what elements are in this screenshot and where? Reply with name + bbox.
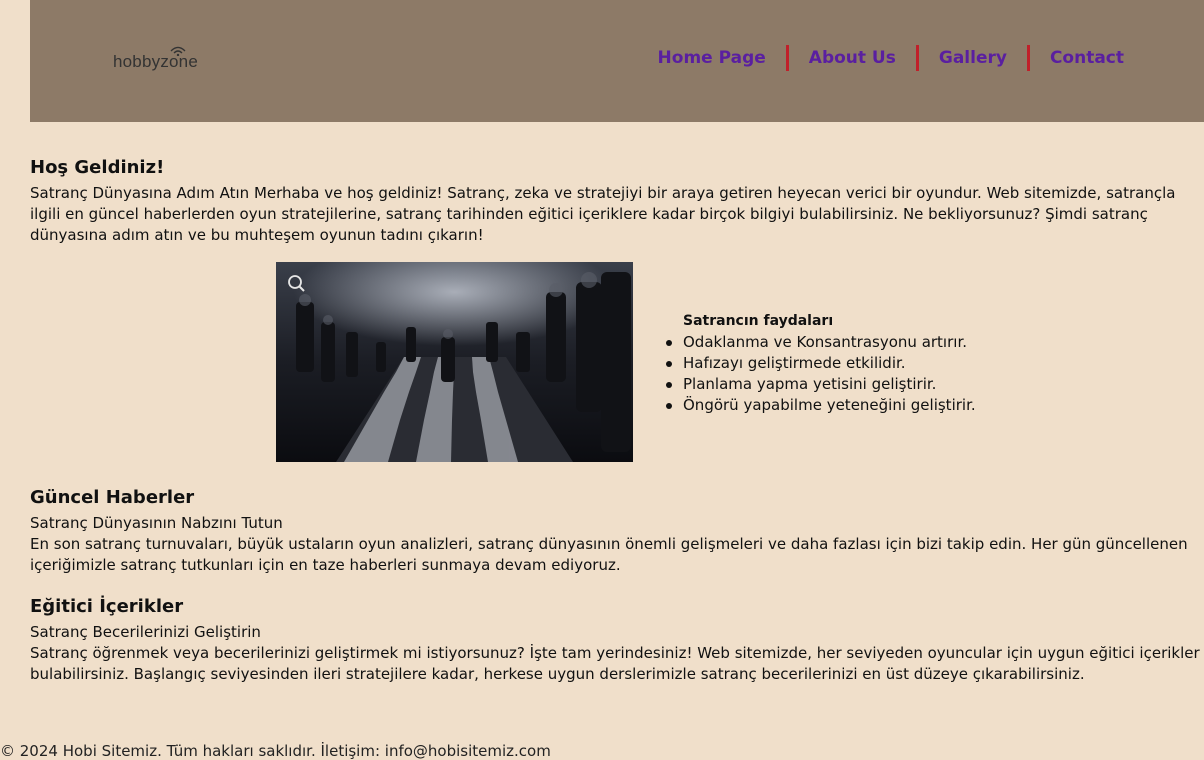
wifi-icon: [168, 44, 188, 56]
list-item: Öngörü yapabilme yeteneğini geliştirir.: [683, 395, 1083, 416]
nav-separator: [1027, 45, 1030, 71]
benefits-box: Satrancın faydaları Odaklanma ve Konsant…: [683, 311, 1083, 416]
benefits-list: Odaklanma ve Konsantrasyonu artırır. Haf…: [683, 332, 1083, 416]
welcome-text: Satranç Dünyasına Adım Atın Merhaba ve h…: [30, 183, 1200, 246]
education-title: Eğitici İçerikler: [30, 592, 1200, 622]
site-logo[interactable]: hobbyzone: [113, 44, 213, 74]
education-subtitle: Satranç Becerilerinizi Geliştirin: [30, 622, 1200, 643]
nav-separator: [786, 45, 789, 71]
nav-home-page[interactable]: Home Page: [658, 44, 766, 72]
news-text: En son satranç turnuvaları, büyük ustala…: [30, 534, 1200, 576]
welcome-title: Hoş Geldiniz!: [30, 153, 1200, 183]
site-footer: © 2024 Hobi Sitemiz. Tüm hakları saklıdı…: [0, 742, 551, 760]
site-header: hobbyzone Home Page About Us Gallery Con…: [30, 0, 1204, 122]
welcome-section: Hoş Geldiniz! Satranç Dünyasına Adım Atı…: [30, 153, 1200, 246]
education-section: Eğitici İçerikler Satranç Becerilerinizi…: [30, 592, 1200, 685]
list-item: Odaklanma ve Konsantrasyonu artırır.: [683, 332, 1083, 353]
nav-gallery[interactable]: Gallery: [939, 44, 1007, 72]
nav-separator: [916, 45, 919, 71]
news-subtitle: Satranç Dünyasının Nabzını Tutun: [30, 513, 1200, 534]
main-nav: Home Page About Us Gallery Contact: [658, 44, 1124, 72]
chess-board-picture: [276, 262, 633, 462]
list-item: Planlama yapma yetisini geliştirir.: [683, 374, 1083, 395]
list-item: Hafızayı geliştirmede etkilidir.: [683, 353, 1083, 374]
nav-contact[interactable]: Contact: [1050, 44, 1124, 72]
news-section: Güncel Haberler Satranç Dünyasının Nabzı…: [30, 483, 1200, 576]
nav-about-us[interactable]: About Us: [809, 44, 896, 72]
benefits-title: Satrancın faydaları: [683, 311, 1083, 332]
news-title: Güncel Haberler: [30, 483, 1200, 513]
chess-image[interactable]: [276, 262, 633, 462]
education-text: Satranç öğrenmek veya becerilerinizi gel…: [30, 643, 1200, 685]
